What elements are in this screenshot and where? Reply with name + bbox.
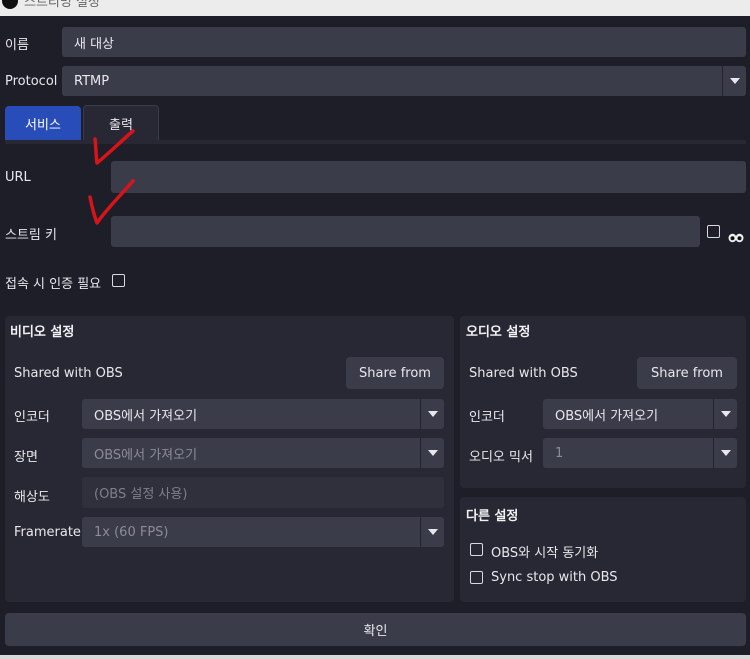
video-encoder-select[interactable]: OBS에서 가져오기 bbox=[82, 399, 444, 429]
name-input-value: 새 대상 bbox=[74, 36, 115, 52]
window-title: 스트리밍 설정 bbox=[24, 0, 100, 10]
audio-mixer-label: 오디오 믹서 bbox=[469, 450, 533, 465]
audio-mixer-value: 1 bbox=[555, 445, 564, 461]
chevron-down-icon bbox=[713, 438, 737, 468]
audio-shared-label: Shared with OBS bbox=[469, 366, 578, 381]
video-encoder-label: 인코더 bbox=[14, 410, 50, 425]
video-share-from-label: Share from bbox=[359, 365, 431, 381]
window-titlebar: 스트리밍 설정 bbox=[0, 0, 750, 16]
scene-value: OBS에서 가져오기 bbox=[94, 447, 198, 463]
chevron-down-icon bbox=[420, 399, 444, 429]
sync-start-label: OBS와 시작 동기화 bbox=[491, 546, 599, 561]
audio-encoder-select[interactable]: OBS에서 가져오기 bbox=[543, 399, 737, 429]
audio-encoder-value: OBS에서 가져오기 bbox=[555, 408, 659, 424]
sync-stop-label: Sync stop with OBS bbox=[491, 570, 618, 585]
video-encoder-value: OBS에서 가져오기 bbox=[94, 408, 198, 424]
url-input[interactable] bbox=[111, 161, 746, 193]
audio-share-from-label: Share from bbox=[651, 365, 723, 381]
audio-mixer-select[interactable]: 1 bbox=[543, 438, 737, 468]
scene-select[interactable]: OBS에서 가져오기 bbox=[82, 438, 444, 468]
chevron-down-icon bbox=[713, 399, 737, 429]
chevron-down-icon bbox=[722, 66, 746, 96]
auth-required-label: 접속 시 인증 필요 bbox=[5, 277, 102, 292]
protocol-select-value: RTMP bbox=[74, 73, 110, 89]
tab-service[interactable]: 서비스 bbox=[5, 106, 81, 140]
audio-encoder-label: 인코더 bbox=[469, 410, 505, 425]
eye-icon[interactable] bbox=[728, 228, 744, 243]
video-share-from-button[interactable]: Share from bbox=[346, 357, 444, 389]
other-settings-title: 다른 설정 bbox=[466, 509, 519, 524]
bottom-edge bbox=[0, 655, 750, 659]
chevron-down-icon bbox=[420, 438, 444, 468]
resolution-label: 해상도 bbox=[14, 490, 50, 505]
resolution-placeholder: (OBS 설정 사용) bbox=[94, 487, 188, 502]
framerate-value: 1x (60 FPS) bbox=[94, 524, 169, 540]
name-label: 이름 bbox=[5, 38, 29, 53]
resolution-input[interactable]: (OBS 설정 사용) bbox=[82, 477, 444, 508]
confirm-button-label: 확인 bbox=[363, 624, 388, 639]
chevron-down-icon bbox=[420, 517, 444, 547]
sync-stop-checkbox[interactable] bbox=[470, 571, 483, 584]
video-shared-label: Shared with OBS bbox=[14, 366, 123, 381]
stream-key-label: 스트림 키 bbox=[5, 228, 57, 243]
stream-key-input[interactable] bbox=[111, 216, 700, 247]
app-icon bbox=[2, 0, 18, 9]
framerate-label: Framerate bbox=[14, 525, 81, 540]
confirm-button[interactable]: 확인 bbox=[5, 613, 746, 646]
url-label: URL bbox=[5, 170, 31, 185]
name-input[interactable]: 새 대상 bbox=[62, 27, 746, 57]
audio-share-from-button[interactable]: Share from bbox=[637, 357, 737, 389]
annotation-checkmarks bbox=[88, 129, 135, 225]
scene-label: 장면 bbox=[14, 450, 38, 465]
sync-start-checkbox[interactable] bbox=[470, 543, 483, 556]
video-settings-title: 비디오 설정 bbox=[10, 325, 75, 340]
auth-required-checkbox[interactable] bbox=[112, 274, 125, 287]
protocol-select[interactable]: RTMP bbox=[62, 66, 746, 96]
framerate-select[interactable]: 1x (60 FPS) bbox=[82, 517, 444, 547]
protocol-label: Protocol bbox=[5, 74, 58, 89]
tab-service-label: 서비스 bbox=[25, 117, 61, 133]
audio-settings-title: 오디오 설정 bbox=[466, 325, 531, 340]
show-key-checkbox[interactable] bbox=[707, 225, 720, 238]
